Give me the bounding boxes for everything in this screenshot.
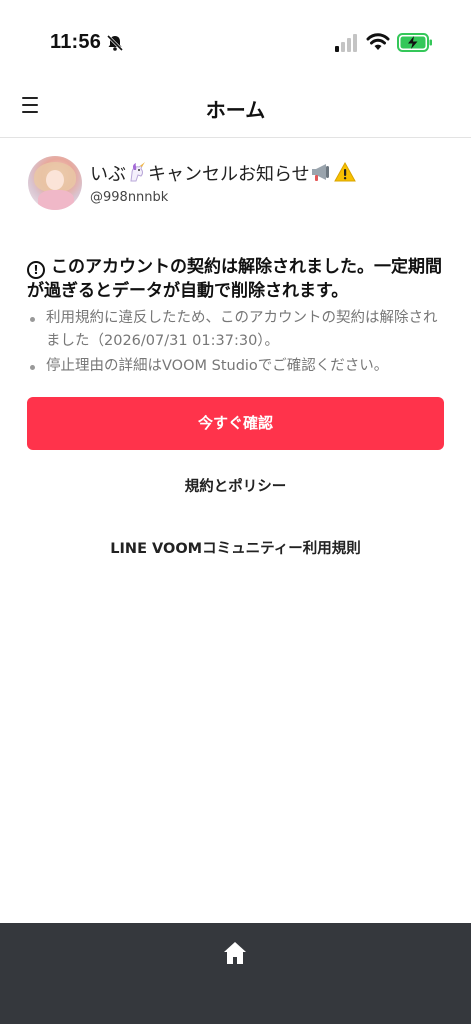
community-guidelines-link[interactable]: LINE VOOMコミュニティー利用規則: [0, 537, 471, 558]
notice-bullet: 利用規約に違反したため、このアカウントの契約は解除されました（2026/07/3…: [28, 307, 446, 353]
unicorn-emoji: [130, 162, 145, 182]
signal-icon: [335, 34, 357, 52]
profile-name-part1: いぶ: [90, 164, 126, 185]
home-icon[interactable]: [222, 940, 248, 966]
status-bar: 11:56: [0, 0, 471, 80]
status-time: 11:56: [50, 31, 102, 53]
notice-title: ! このアカウントの契約は解除されました。一定期間が過ぎるとデータが自動で削除され…: [27, 255, 447, 303]
notice-title-text: このアカウントの契約は解除されました。一定期間が過ぎるとデータが自動で削除されま…: [27, 257, 442, 301]
notice-bullet: 停止理由の詳細はVOOM Studioでご確認ください。: [28, 355, 446, 378]
profile-name: いぶ キャンセルお知らせ: [90, 160, 356, 186]
confirm-now-button[interactable]: 今すぐ確認: [27, 397, 444, 450]
profile-handle: @998nnnbk: [90, 190, 169, 205]
bottom-nav-bar: [0, 923, 471, 1024]
page-title: ホーム: [205, 98, 266, 122]
warning-emoji: [333, 161, 356, 182]
app-header: ホーム: [0, 80, 471, 138]
info-icon: !: [27, 261, 45, 279]
battery-charging-icon: [397, 33, 432, 52]
avatar[interactable]: [28, 156, 82, 210]
megaphone-emoji: [311, 164, 329, 181]
wifi-icon: [366, 33, 390, 50]
bell-slash-icon: [106, 34, 124, 52]
terms-policy-link[interactable]: 規約とポリシー: [0, 475, 471, 496]
notice-bullet-list: 利用規約に違反したため、このアカウントの契約は解除されました（2026/07/3…: [28, 307, 446, 380]
profile-name-part2: キャンセルお知らせ: [148, 164, 310, 185]
